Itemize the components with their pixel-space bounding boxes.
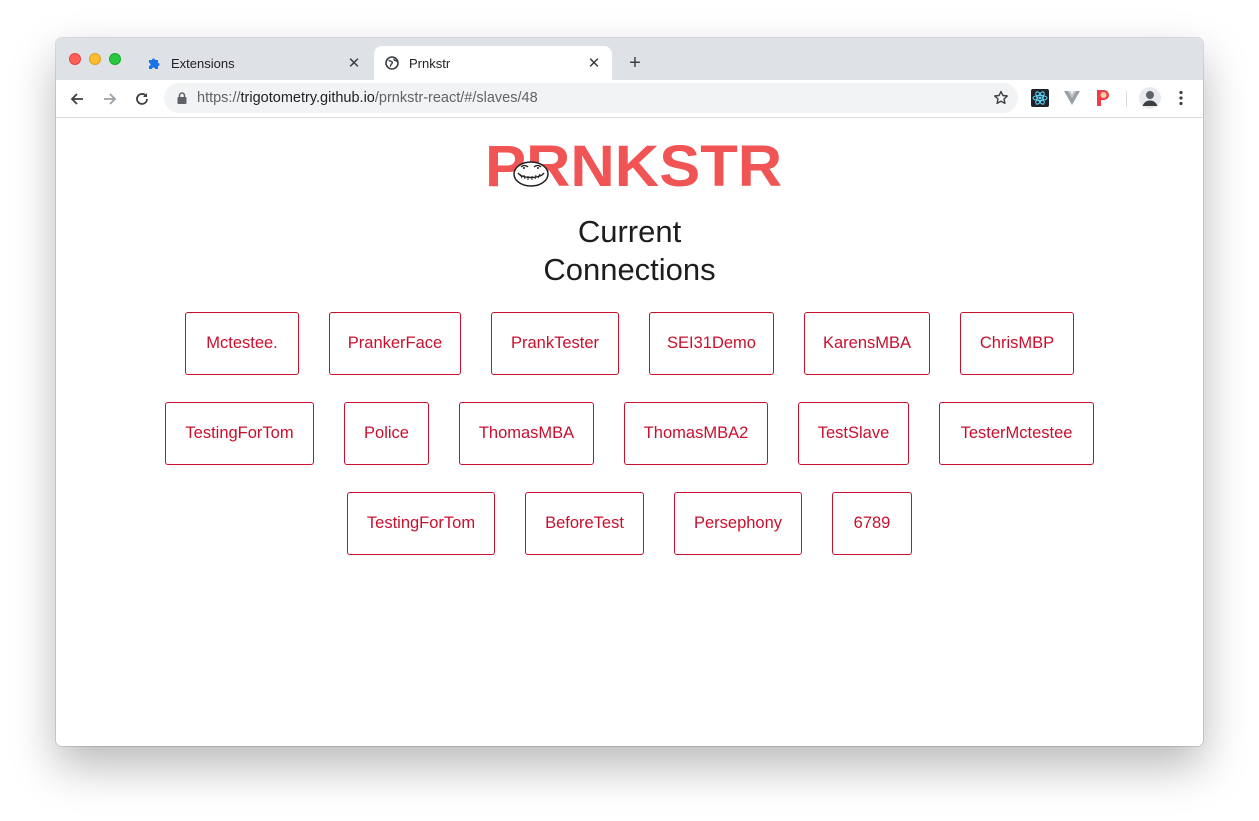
url-host: trigotometry.github.io <box>240 90 375 106</box>
logo: PRNKSTR <box>485 138 782 196</box>
close-tab-icon[interactable]: ✕ <box>346 55 362 72</box>
trollface-icon <box>513 161 549 187</box>
connection-button[interactable]: Persephony <box>674 492 802 555</box>
browser-window: Extensions ✕ Prnkstr ✕ + https://trigoto… <box>56 38 1203 746</box>
arrow-right-icon <box>104 93 117 105</box>
url-text: https://trigotometry.github.io/prnkstr-r… <box>197 90 538 106</box>
new-tab-button[interactable]: + <box>624 52 646 74</box>
connection-button[interactable]: SEI31Demo <box>649 312 774 375</box>
page-title: Current Connections <box>56 213 1203 289</box>
lock-icon <box>176 91 188 105</box>
arrow-left-icon <box>70 93 83 105</box>
prnkstr-extension-icon[interactable] <box>1094 89 1112 107</box>
connection-button[interactable]: TesterMctestee <box>939 402 1094 465</box>
avatar[interactable] <box>1139 87 1161 109</box>
connection-button[interactable]: Police <box>344 402 429 465</box>
connection-button[interactable]: KarensMBA <box>804 312 930 375</box>
connection-button[interactable]: TestingForTom <box>347 492 495 555</box>
connection-button[interactable]: ThomasMBA <box>459 402 594 465</box>
globe-icon <box>384 55 400 71</box>
connection-button[interactable]: TestSlave <box>798 402 909 465</box>
page-title-line1: Current <box>577 214 682 249</box>
tab-bar: Extensions ✕ Prnkstr ✕ + <box>56 38 1203 80</box>
connection-button[interactable]: TestingForTom <box>165 402 314 465</box>
browser-toolbar: https://trigotometry.github.io/prnkstr-r… <box>56 80 1203 118</box>
tab-prnkstr[interactable]: Prnkstr ✕ <box>374 46 612 80</box>
connection-button[interactable]: Mctestee. <box>185 312 299 375</box>
tab-label: Prnkstr <box>409 55 451 71</box>
page-content: PRNKSTR Current Connections Mctestee. Pr… <box>56 118 1203 746</box>
forward-button[interactable] <box>97 86 123 112</box>
tab-label: Extensions <box>171 55 235 71</box>
url-scheme: https:// <box>197 90 241 106</box>
close-tab-icon[interactable]: ✕ <box>586 55 602 72</box>
toolbar-divider <box>1126 91 1127 107</box>
address-bar[interactable]: https://trigotometry.github.io/prnkstr-r… <box>164 83 1018 113</box>
reload-button[interactable] <box>129 86 155 112</box>
more-menu-icon[interactable] <box>1172 89 1190 107</box>
connection-button[interactable]: ChrisMBP <box>960 312 1074 375</box>
connection-button[interactable]: 6789 <box>832 492 912 555</box>
tab-extensions[interactable]: Extensions ✕ <box>136 46 372 80</box>
react-devtools-icon[interactable] <box>1031 89 1049 107</box>
connection-button[interactable]: PrankTester <box>491 312 619 375</box>
close-window-button[interactable] <box>69 53 81 65</box>
connection-button[interactable]: ThomasMBA2 <box>624 402 768 465</box>
url-path: /prnkstr-react/#/slaves/48 <box>374 90 538 106</box>
puzzle-icon <box>146 55 162 71</box>
page-title-line2: Connections <box>543 252 716 287</box>
minimize-window-button[interactable] <box>89 53 101 65</box>
bookmark-star-icon[interactable] <box>992 89 1010 107</box>
vue-devtools-icon[interactable] <box>1063 89 1081 107</box>
back-button[interactable] <box>64 86 90 112</box>
connection-button[interactable]: BeforeTest <box>525 492 644 555</box>
reload-icon <box>136 93 148 105</box>
maximize-window-button[interactable] <box>109 53 121 65</box>
connection-button[interactable]: PrankerFace <box>329 312 461 375</box>
